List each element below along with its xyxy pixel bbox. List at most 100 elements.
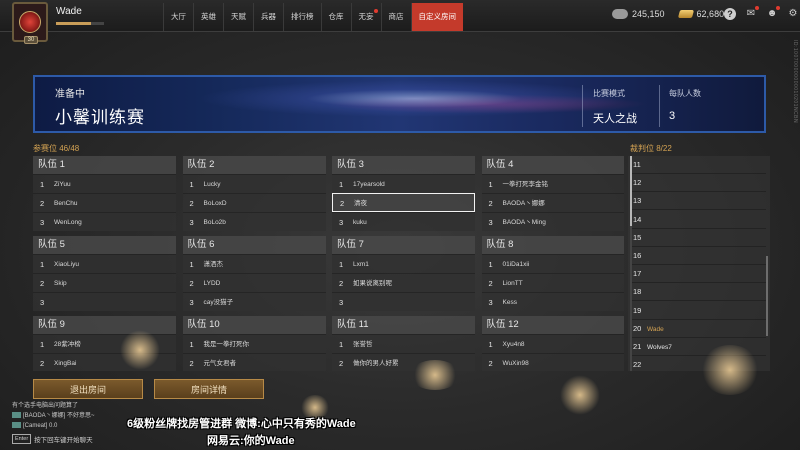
player-slot[interactable]: 1 Lxm1	[332, 254, 475, 273]
player-slot[interactable]: 2 LYDD	[182, 273, 326, 292]
chat-message-text: [Cameat] 0.0	[23, 423, 58, 429]
slot-number: 1	[40, 180, 45, 189]
room-banner: 准备中 小馨训练赛 比赛模式 天人之战 每队人数 3	[33, 75, 766, 133]
player-name: BAODA丶娜娜	[502, 200, 545, 207]
chat-channel-icon	[12, 412, 21, 419]
nav-tab[interactable]: 大厅	[163, 3, 193, 31]
team-card: 队伍 101我是一拳打死你2元气女君者3Yuntou丶不会	[182, 316, 326, 371]
referee-slot[interactable]: 14	[632, 211, 766, 229]
bokeh-light	[700, 345, 760, 395]
player-slot[interactable]: 3 BoLo2b	[182, 212, 326, 231]
slot-number: 2	[40, 199, 45, 208]
player-slot[interactable]: 1 潇洒杰	[182, 254, 326, 273]
leave-room-button[interactable]: 退出房间	[33, 379, 143, 399]
player-slot[interactable]: 1 ZiYuu	[33, 174, 176, 193]
referee-slot[interactable]: 11	[632, 156, 766, 174]
nav-tab-label: 排行榜	[291, 12, 314, 21]
player-slot[interactable]: 2 清夜	[332, 193, 475, 212]
top-icons: ? ✉ ☻ ⚙	[724, 6, 799, 20]
player-slot[interactable]: 2 元气女君者	[182, 353, 326, 371]
team-name: 队伍 9	[33, 316, 176, 334]
notification-dot-icon	[373, 9, 378, 13]
help-icon[interactable]: ?	[724, 8, 736, 20]
friends-icon[interactable]: ☻	[766, 6, 780, 20]
player-slot[interactable]: 3 WenLong	[33, 212, 176, 231]
referee-slot[interactable]: 12	[632, 174, 766, 193]
slot-number: 3	[40, 218, 45, 227]
slot-number: 1	[189, 260, 194, 269]
team-name: 队伍 3	[332, 156, 475, 174]
slot-number: 2	[340, 199, 345, 208]
player-slot[interactable]: 1 Xyu4n8	[481, 334, 624, 353]
player-slot[interactable]: 3 Kess	[481, 292, 624, 311]
slot-number: 2	[488, 359, 493, 368]
nav-tab-label: 自定义房间	[418, 12, 457, 21]
settings-icon[interactable]: ⚙	[787, 8, 799, 20]
player-slot[interactable]: 3 kuku	[332, 212, 475, 231]
chat-message: [Cameat] 0.0	[12, 421, 132, 431]
referee-slot-number: 11	[633, 160, 641, 169]
nav-tab[interactable]: 兵器	[253, 3, 283, 31]
referee-slot[interactable]: 15	[632, 229, 766, 247]
player-name: 如果说离别呢	[353, 280, 392, 287]
room-details-button[interactable]: 房间详情	[154, 379, 264, 399]
player-name: Wade	[56, 6, 82, 17]
nav-tab[interactable]: 无妄	[350, 3, 381, 31]
referee-name: Wolves7	[647, 344, 672, 351]
chat-hint[interactable]: Enter 按下回车键开始聊天	[12, 434, 93, 444]
nav-tab[interactable]: 商店	[380, 3, 411, 31]
referee-slot[interactable]: 13	[632, 192, 766, 211]
player-slot[interactable]: 1 01iDa1xii	[481, 254, 624, 273]
top-bar: 30 Wade 大厅 英雄 天赋 兵器 排行榜 仓库 无妄 商店 自定义房间 245,150 6…	[0, 0, 800, 44]
referee-slot-number: 19	[633, 305, 642, 315]
player-slot[interactable]: 2 BenChu	[33, 193, 176, 212]
referee-slot-number: 12	[633, 178, 642, 188]
referee-slot[interactable]: 19	[632, 302, 766, 320]
player-slot[interactable]: 2 BoLoxD	[182, 193, 326, 212]
player-slot[interactable]: 2 如果说离别呢	[332, 273, 475, 292]
player-slot[interactable]: 1 张誉哲	[332, 334, 475, 353]
team-name: 队伍 12	[481, 316, 624, 334]
player-slot[interactable]: 3	[33, 292, 176, 311]
nav-tab-label: 天赋	[231, 12, 246, 21]
nav-tab[interactable]: 天赋	[223, 3, 253, 31]
referee-slot[interactable]: 20 Wade	[632, 320, 766, 338]
referee-list: 11 12 13 14 15 16 17 18 19 20 Wade 21 Wolves7 22	[628, 156, 770, 371]
mail-icon[interactable]: ✉	[745, 6, 759, 20]
slot-number: 1	[40, 260, 45, 269]
player-slot[interactable]: 2 WuXin98	[481, 353, 624, 371]
nav-tab[interactable]: 自定义房间	[410, 3, 463, 31]
nav-tab[interactable]: 英雄	[193, 3, 223, 31]
team-card: 队伍 4 1 一拳打死李金铭 2 BAODA丶娜娜 3 BAODA丶Ming	[481, 156, 624, 231]
player-slot[interactable]: 1 我是一拳打死你	[182, 334, 326, 353]
player-slot[interactable]: 2 BAODA丶娜娜	[481, 193, 624, 212]
referee-slot[interactable]: 16	[632, 247, 766, 265]
stream-caption-line-1: 6级粉丝牌找房管进群 微博:心中只有秀的Wade	[127, 418, 356, 430]
slot-number: 1	[488, 260, 493, 269]
player-slot[interactable]: 2 Skip	[33, 273, 176, 292]
team-size-label: 每队人数	[669, 89, 701, 98]
player-slot[interactable]: 1 Lucky	[182, 174, 326, 193]
xp-bar-fill	[56, 22, 91, 25]
team-card: 队伍 6 1 潇洒杰 2 LYDD 3 cay没猫子	[182, 236, 326, 311]
currency-display: 245,150 62,680	[612, 9, 724, 19]
page-scrollbar[interactable]	[766, 256, 768, 336]
nav-tab[interactable]: 排行榜	[283, 3, 321, 31]
player-slot[interactable]: 1 17yearsold	[332, 174, 475, 193]
gold-ingot-icon	[677, 10, 694, 18]
player-name: 28紫冲榜	[54, 341, 81, 348]
silver-amount: 245,150	[632, 9, 665, 19]
chat-hint-text: 按下回车键开始聊天	[34, 437, 93, 444]
team-name: 队伍 4	[481, 156, 624, 174]
nav-tab[interactable]: 仓库	[320, 3, 351, 31]
referee-slot[interactable]: 17	[632, 265, 766, 284]
player-slot[interactable]: 2 LionTT	[481, 273, 624, 292]
player-slot[interactable]: 1 一拳打死李金铭	[481, 174, 624, 193]
player-slot[interactable]: 3	[332, 292, 475, 311]
referee-slot[interactable]: 18	[632, 283, 766, 302]
banner-divider	[659, 85, 660, 127]
player-slot[interactable]: 1 XiaoLiyu	[33, 254, 176, 273]
player-slot[interactable]: 3 cay没猫子	[182, 292, 326, 311]
gold-amount: 62,680	[696, 9, 725, 19]
player-slot[interactable]: 3 BAODA丶Ming	[481, 212, 624, 231]
